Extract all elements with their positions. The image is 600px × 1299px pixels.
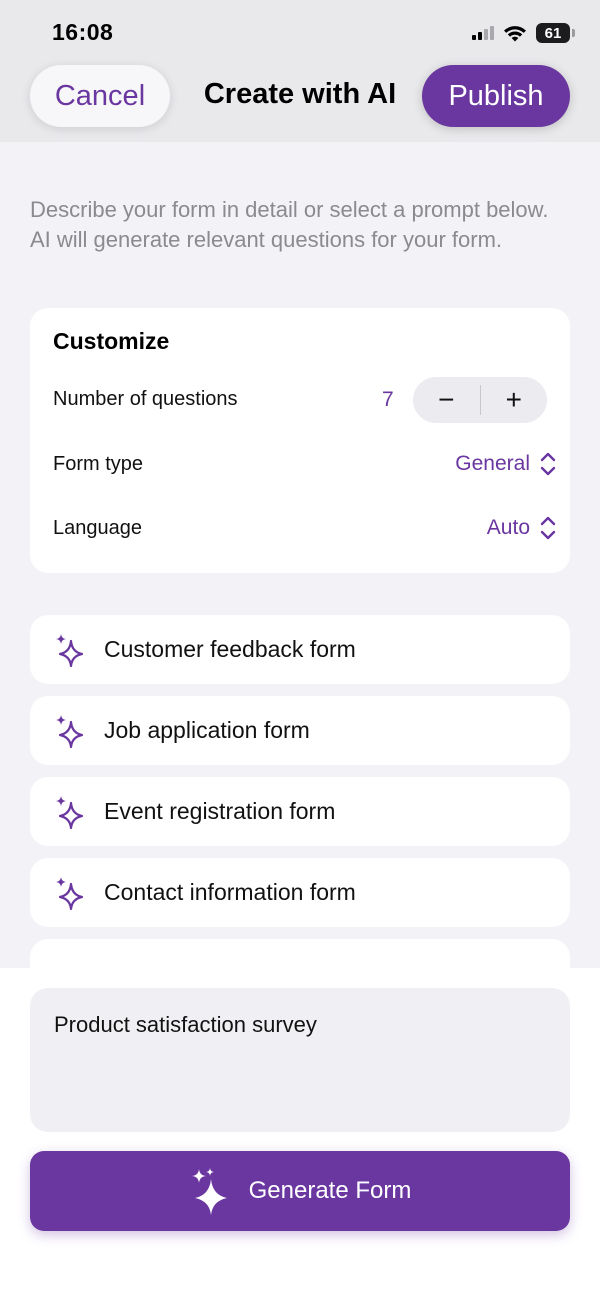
customize-card: Customize Number of questions 7 − + Form… xyxy=(30,308,570,573)
status-icons: 61 xyxy=(472,20,575,46)
prompt-item[interactable]: Event registration form xyxy=(30,777,570,846)
questions-label: Number of questions xyxy=(53,388,238,410)
language-label: Language xyxy=(53,517,142,539)
chevron-up-down-icon xyxy=(540,452,556,476)
generate-form-button[interactable]: Generate Form xyxy=(30,1151,570,1231)
prompt-item[interactable]: Job application form xyxy=(30,696,570,765)
sparkles-icon xyxy=(56,714,84,748)
form-type-value: General xyxy=(455,452,530,475)
prompt-input[interactable]: Product satisfaction survey xyxy=(30,988,570,1132)
battery-level: 61 xyxy=(544,24,562,42)
form-type-picker[interactable]: General xyxy=(455,451,556,477)
prompt-label: Event registration form xyxy=(104,798,336,824)
publish-button[interactable]: Publish xyxy=(422,65,570,127)
form-type-label: Form type xyxy=(53,453,144,475)
composer-panel: Product satisfaction survey Generate For… xyxy=(0,968,600,1299)
questions-stepper: − + xyxy=(413,377,547,423)
intro-text: Describe your form in detail or select a… xyxy=(30,197,549,252)
questions-value: 7 xyxy=(382,388,394,411)
sparkles-icon xyxy=(56,876,84,910)
prompt-item[interactable]: Contact information form xyxy=(30,858,570,927)
sparkles-icon xyxy=(56,633,84,667)
wifi-icon xyxy=(504,26,526,42)
chevron-up-down-icon xyxy=(540,516,556,540)
cellular-signal-icon xyxy=(472,26,494,40)
generate-form-label: Generate Form xyxy=(248,1177,412,1204)
customize-title: Customize xyxy=(53,328,170,354)
prompt-item[interactable]: Customer feedback form xyxy=(30,615,570,684)
top-bar: 16:08 61 Cancel Create with AI Publish xyxy=(0,0,600,142)
prompt-label: Customer feedback form xyxy=(104,636,356,662)
decrement-button[interactable]: − xyxy=(413,377,480,423)
prompt-label: Contact information form xyxy=(104,879,356,905)
sparkles-icon xyxy=(56,795,84,829)
increment-button[interactable]: + xyxy=(481,377,548,423)
battery-icon: 61 xyxy=(536,23,575,43)
status-time: 16:08 xyxy=(52,19,114,45)
prompt-label: Job application form xyxy=(104,717,310,743)
language-value: Auto xyxy=(486,516,530,539)
language-picker[interactable]: Auto xyxy=(487,515,556,541)
sparkles-icon xyxy=(191,1168,227,1215)
